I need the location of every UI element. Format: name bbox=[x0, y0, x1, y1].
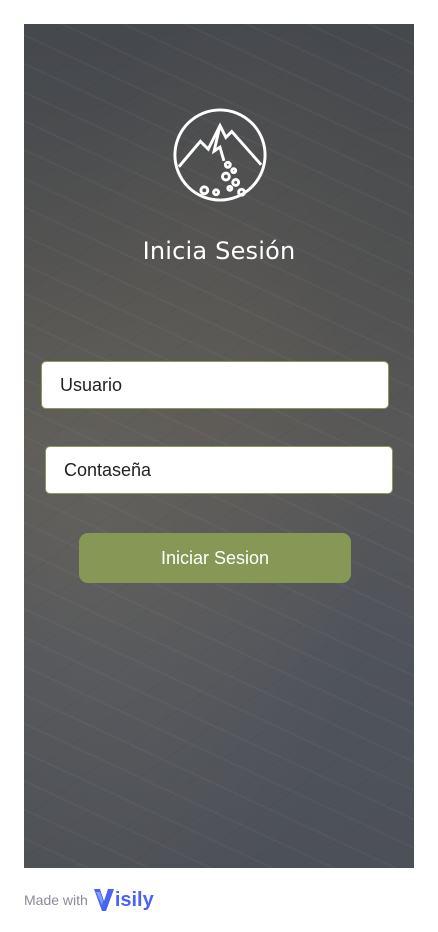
password-field[interactable] bbox=[45, 446, 393, 494]
visily-logo: isily bbox=[93, 887, 154, 913]
visily-wordmark: isily bbox=[114, 888, 154, 911]
made-with-footer[interactable]: Made with isily bbox=[24, 884, 154, 916]
username-field[interactable] bbox=[41, 361, 389, 409]
login-form: Inicia Sesión Iniciar Sesion bbox=[24, 24, 414, 868]
login-button[interactable]: Iniciar Sesion bbox=[79, 533, 351, 583]
page-title: Inicia Sesión bbox=[142, 237, 296, 265]
app-screen: Inicia Sesión Iniciar Sesion bbox=[24, 24, 414, 868]
mountain-logo-icon bbox=[173, 108, 267, 202]
made-with-label: Made with bbox=[24, 892, 88, 908]
visily-v-icon bbox=[93, 889, 114, 911]
